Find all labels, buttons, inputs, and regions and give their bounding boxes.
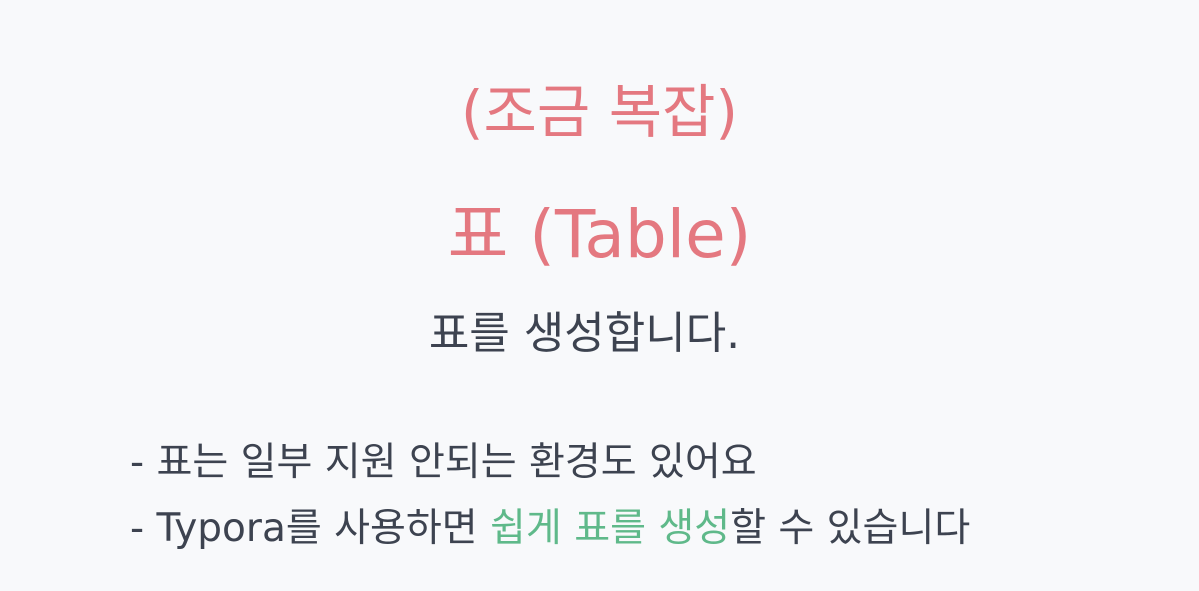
bullet-text: - 표는 일부 지원 안되는 환경도 있어요 — [130, 440, 757, 485]
slide-subtitle: (조금 복잡) — [460, 78, 739, 146]
slide-title: 표 (Table) — [447, 196, 752, 273]
slide: (조금 복잡) 표 (Table) 표를 생성합니다. - 표는 일부 지원 안… — [0, 0, 1199, 591]
bullet-item: - Typora를 사용하면 쉽게 표를 생성할 수 있습니다 — [130, 496, 970, 562]
bullet-text-suffix: 할 수 있습니다 — [730, 506, 971, 551]
bullet-list: - 표는 일부 지원 안되는 환경도 있어요 - Typora를 사용하면 쉽게… — [130, 430, 970, 562]
bullet-text-highlight: 쉽게 표를 생성 — [490, 506, 731, 551]
slide-description: 표를 생성합니다. — [428, 308, 741, 359]
bullet-item: - 표는 일부 지원 안되는 환경도 있어요 — [130, 430, 970, 496]
bullet-text-prefix: - Typora를 사용하면 — [130, 506, 491, 551]
